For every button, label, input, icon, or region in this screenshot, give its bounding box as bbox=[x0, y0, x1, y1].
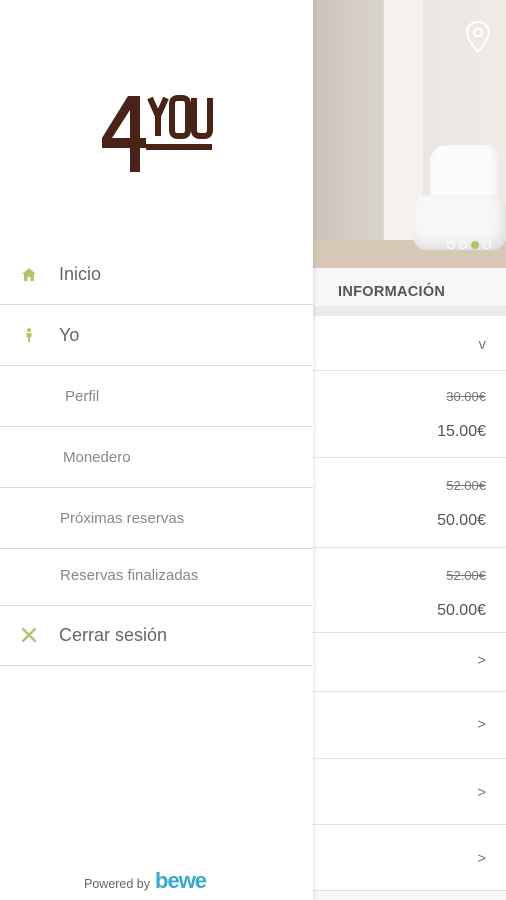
nav-row[interactable]: > bbox=[313, 759, 506, 825]
info-tab-label[interactable]: INFORMACIÓN bbox=[338, 284, 445, 300]
info-expand-row[interactable]: v bbox=[313, 316, 506, 371]
menu-item-label: Yo bbox=[59, 324, 80, 345]
info-divider bbox=[313, 306, 506, 316]
chevron-right-icon: > bbox=[477, 652, 486, 669]
chevron-down-icon: v bbox=[478, 336, 487, 353]
carousel-dots bbox=[447, 241, 491, 249]
menu-item-label: Reservas finalizadas bbox=[60, 566, 199, 584]
menu-item-label: Perfil bbox=[65, 387, 100, 405]
carousel-dot-active[interactable] bbox=[471, 241, 479, 249]
service-row[interactable]: 52.00€ 50.00€ bbox=[313, 548, 506, 633]
menu-item-perfil[interactable]: Perfil bbox=[0, 366, 313, 427]
powered-by-label: Powered by bbox=[84, 877, 151, 891]
service-row[interactable]: 52.00€ 50.00€ bbox=[313, 458, 506, 548]
nav-row[interactable]: > bbox=[313, 692, 506, 759]
location-pin-icon[interactable] bbox=[465, 20, 491, 54]
powered-by-footer[interactable]: Powered by bewe bbox=[84, 868, 207, 893]
menu-item-cerrar-sesion[interactable]: Cerrar sesión bbox=[0, 605, 313, 666]
menu-item-label: Cerrar sesión bbox=[59, 624, 168, 645]
menu-item-inicio[interactable]: Inicio bbox=[0, 244, 313, 305]
home-icon bbox=[20, 265, 38, 283]
carousel-dot[interactable] bbox=[483, 241, 491, 249]
service-price: 15.00€ bbox=[437, 423, 486, 440]
chevron-right-icon: > bbox=[477, 850, 486, 867]
service-price: 50.00€ bbox=[437, 602, 486, 619]
menu-item-label: Monedero bbox=[63, 448, 131, 466]
menu-item-reservas-finalizadas[interactable]: Reservas finalizadas bbox=[0, 545, 313, 606]
menu-item-label: Inicio bbox=[59, 263, 102, 284]
brand-logo bbox=[102, 95, 213, 172]
service-old-price: 30.00€ bbox=[446, 389, 486, 404]
menu-item-monedero[interactable]: Monedero bbox=[0, 427, 313, 488]
chevron-right-icon: > bbox=[477, 716, 486, 733]
navigation-drawer: Inicio Yo Perfil Monedero Próximas reser… bbox=[0, 0, 313, 900]
service-old-price: 52.00€ bbox=[446, 568, 486, 583]
service-row[interactable]: 30.00€ 15.00€ bbox=[313, 371, 506, 458]
menu-item-proximas-reservas[interactable]: Próximas reservas bbox=[0, 488, 313, 549]
hero-wall bbox=[313, 0, 393, 268]
carousel-dot[interactable] bbox=[447, 241, 455, 249]
close-icon bbox=[20, 626, 38, 644]
service-old-price: 52.00€ bbox=[446, 478, 486, 493]
service-price: 50.00€ bbox=[437, 512, 486, 529]
carousel-dot[interactable] bbox=[459, 241, 467, 249]
person-icon bbox=[20, 326, 38, 344]
hero-image[interactable] bbox=[313, 0, 506, 268]
chevron-right-icon: > bbox=[477, 784, 486, 801]
menu-item-yo[interactable]: Yo bbox=[0, 305, 313, 366]
nav-row[interactable]: > bbox=[313, 825, 506, 891]
nav-row[interactable]: > bbox=[313, 633, 506, 692]
menu-item-label: Próximas reservas bbox=[60, 509, 185, 527]
bewe-logo: bewe bbox=[155, 868, 207, 893]
